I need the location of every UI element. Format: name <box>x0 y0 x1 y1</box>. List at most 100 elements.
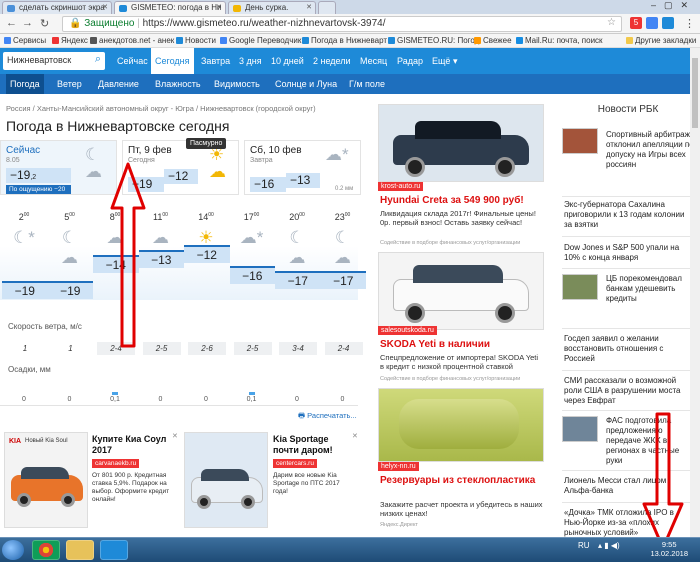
precip-label: Осадки, мм <box>8 365 51 374</box>
bookmark-star-icon[interactable]: ☆ <box>607 17 616 28</box>
nav-radar[interactable]: Радар <box>397 48 423 74</box>
bookmark-item[interactable]: Погода в Нижневарт <box>302 36 387 45</box>
print-link[interactable]: 🖶 Распечатать... <box>298 410 357 423</box>
browser-tab[interactable]: сделать скриншот экра ✕ <box>2 1 112 14</box>
forward-icon[interactable]: → <box>22 17 33 29</box>
ad-image-kia-soul[interactable]: KIA Новый Kia Soul <box>4 432 88 528</box>
nav-3-days[interactable]: 3 дня <box>239 48 262 74</box>
arrow-shape <box>110 162 146 348</box>
language-indicator[interactable]: RU <box>578 541 590 550</box>
bookmark-item[interactable]: Google Переводчик <box>220 36 301 45</box>
reload-icon[interactable]: ↻ <box>40 17 49 30</box>
search-icon[interactable]: ⌕ <box>95 53 101 66</box>
news-item[interactable]: СМИ рассказали о возможной роли США в ра… <box>564 376 694 406</box>
news-thumbnail[interactable] <box>562 128 598 154</box>
search-value: Нижневартовск <box>7 55 72 65</box>
windows-taskbar: RU ▴ ▮ ◀) 9:55 13.02.2018 <box>0 537 700 562</box>
bookmarks-bar: Сервисы Яндекс анекдотов.net - анек Ново… <box>0 34 700 48</box>
bookmark-item[interactable]: Сервисы <box>4 36 46 45</box>
news-item[interactable]: Экс-губернатора Сахалина приговорили к 1… <box>564 200 694 230</box>
bookmark-label: Mail.Ru: почта, поиск <box>525 36 603 45</box>
breadcrumb[interactable]: Россия / Ханты-Мансийский автономный окр… <box>6 104 316 113</box>
city-search-input[interactable]: Нижневартовск ⌕ <box>3 52 105 70</box>
url-input[interactable]: 🔒 Защищено | https://www.gismeteo.ru/wea… <box>62 16 622 32</box>
nav-tomorrow[interactable]: Завтра <box>201 48 230 74</box>
subnav-visibility[interactable]: Видимость <box>214 74 260 94</box>
browser-tab[interactable]: День сурка. ✕ <box>228 1 316 14</box>
ad-image-hyundai[interactable] <box>378 104 544 182</box>
ad-domain[interactable]: centercars.ru <box>273 459 317 468</box>
ad-title[interactable]: SKODA Yeti в наличии <box>380 339 544 351</box>
ad-note: Яндекс.Директ <box>380 522 418 528</box>
extension-badge-icon[interactable]: 5 <box>630 17 642 29</box>
menu-icon[interactable]: ⋮ <box>684 17 695 30</box>
today-temp-high: −12 <box>164 169 198 184</box>
nav-today[interactable]: Сегодня <box>151 48 194 74</box>
ad-text: Ликвидация склада 2017г! Финальные цены!… <box>380 209 536 227</box>
close-icon[interactable]: ✕ <box>352 432 358 440</box>
news-item[interactable]: ЦБ порекомендовал банкам удешевить креди… <box>606 274 694 304</box>
news-item[interactable]: Dow Jones и S&P 500 упали на 10% с конца… <box>564 243 694 263</box>
extension-icon[interactable] <box>646 17 658 29</box>
scrollbar-thumb[interactable] <box>692 58 698 128</box>
hour-value: 11 <box>153 212 163 222</box>
hour-label: 200 <box>8 212 40 222</box>
subnav-pressure[interactable]: Давление <box>98 74 139 94</box>
bookmark-item[interactable]: Новости <box>176 36 216 45</box>
start-button[interactable] <box>2 540 24 560</box>
precip-bar <box>248 392 255 395</box>
close-icon[interactable]: ✕ <box>306 3 312 11</box>
system-clock[interactable]: 9:55 13.02.2018 <box>650 540 688 558</box>
nav-now[interactable]: Сейчас <box>117 48 148 74</box>
yandex-icon <box>52 37 59 44</box>
ad-image-kia-sportage[interactable] <box>184 432 268 528</box>
app-icon[interactable] <box>100 540 128 560</box>
tray-icons[interactable]: ▴ ▮ ◀) <box>598 541 620 550</box>
close-icon[interactable]: ✕ <box>102 3 108 11</box>
ad-title[interactable]: Kia Sportage почти даром! <box>273 434 355 456</box>
close-icon[interactable]: ✕ <box>172 432 178 440</box>
explorer-icon[interactable] <box>66 540 94 560</box>
hour-temp: −12 <box>184 247 230 264</box>
ad-domain[interactable]: salesoutskoda.ru <box>378 326 437 335</box>
bookmark-folder[interactable]: Другие закладки <box>626 36 696 45</box>
ad-title[interactable]: Резервуары из стеклопластика <box>380 475 544 487</box>
page-scrollbar[interactable] <box>690 48 700 537</box>
extension-icon[interactable] <box>662 17 674 29</box>
news-item[interactable]: Спортивный арбитраж отклонил апелляции п… <box>606 130 694 170</box>
bookmark-label: Сервисы <box>13 36 47 45</box>
ad-domain[interactable]: carvanaekb.ru <box>92 459 140 468</box>
bookmark-item[interactable]: анекдотов.net - анек <box>90 36 174 45</box>
bookmark-item[interactable]: Mail.Ru: почта, поиск <box>516 36 603 45</box>
chrome-icon[interactable] <box>32 540 60 560</box>
subnav-weather[interactable]: Погода <box>6 74 44 94</box>
browser-tab-active[interactable]: GISMETEO: погода в Ни ✕ <box>114 1 226 14</box>
new-tab-button[interactable] <box>318 1 336 14</box>
bookmark-item[interactable]: GISMETEO.RU: Погод <box>388 36 479 45</box>
ad-image-tanks[interactable] <box>378 388 544 462</box>
close-icon[interactable]: ✕ <box>216 3 222 11</box>
subnav-wind[interactable]: Ветер <box>57 74 82 94</box>
news-item[interactable]: Госдеп заявил о желании восстановить отн… <box>564 334 694 364</box>
nav-2-weeks[interactable]: 2 недели <box>313 48 351 74</box>
window-controls[interactable]: –▢✕ <box>651 0 696 11</box>
news-thumbnail[interactable] <box>562 274 598 300</box>
bookmark-label: Новости <box>185 36 216 45</box>
subnav-geomagnetic[interactable]: Г/м поле <box>349 74 385 94</box>
ad-domain[interactable]: krost-auto.ru <box>378 182 424 191</box>
hour-minutes: 00 <box>23 212 30 218</box>
news-thumbnail[interactable] <box>562 416 598 442</box>
nav-more[interactable]: Ещё ▾ <box>432 48 457 74</box>
bookmark-item[interactable]: Свежее <box>474 36 512 45</box>
now-card[interactable]: Сейчас 8.05 ☾☁ −19,2 По ощущению −20 <box>0 140 117 195</box>
ad-title[interactable]: Hyundai Creta за 549 900 руб! <box>380 195 544 207</box>
back-icon[interactable]: ← <box>6 17 17 29</box>
ad-domain[interactable]: helyx-nn.ru <box>378 462 419 471</box>
subnav-humidity[interactable]: Влажность <box>155 74 201 94</box>
ad-image-skoda[interactable] <box>378 252 544 330</box>
subnav-sun-moon[interactable]: Солнце и Луна <box>275 74 337 94</box>
nav-10-days[interactable]: 10 дней <box>271 48 304 74</box>
bookmark-item[interactable]: Яндекс <box>52 36 88 45</box>
nav-month[interactable]: Месяц <box>360 48 387 74</box>
ad-title[interactable]: Купите Киа Соул 2017 <box>92 434 172 456</box>
